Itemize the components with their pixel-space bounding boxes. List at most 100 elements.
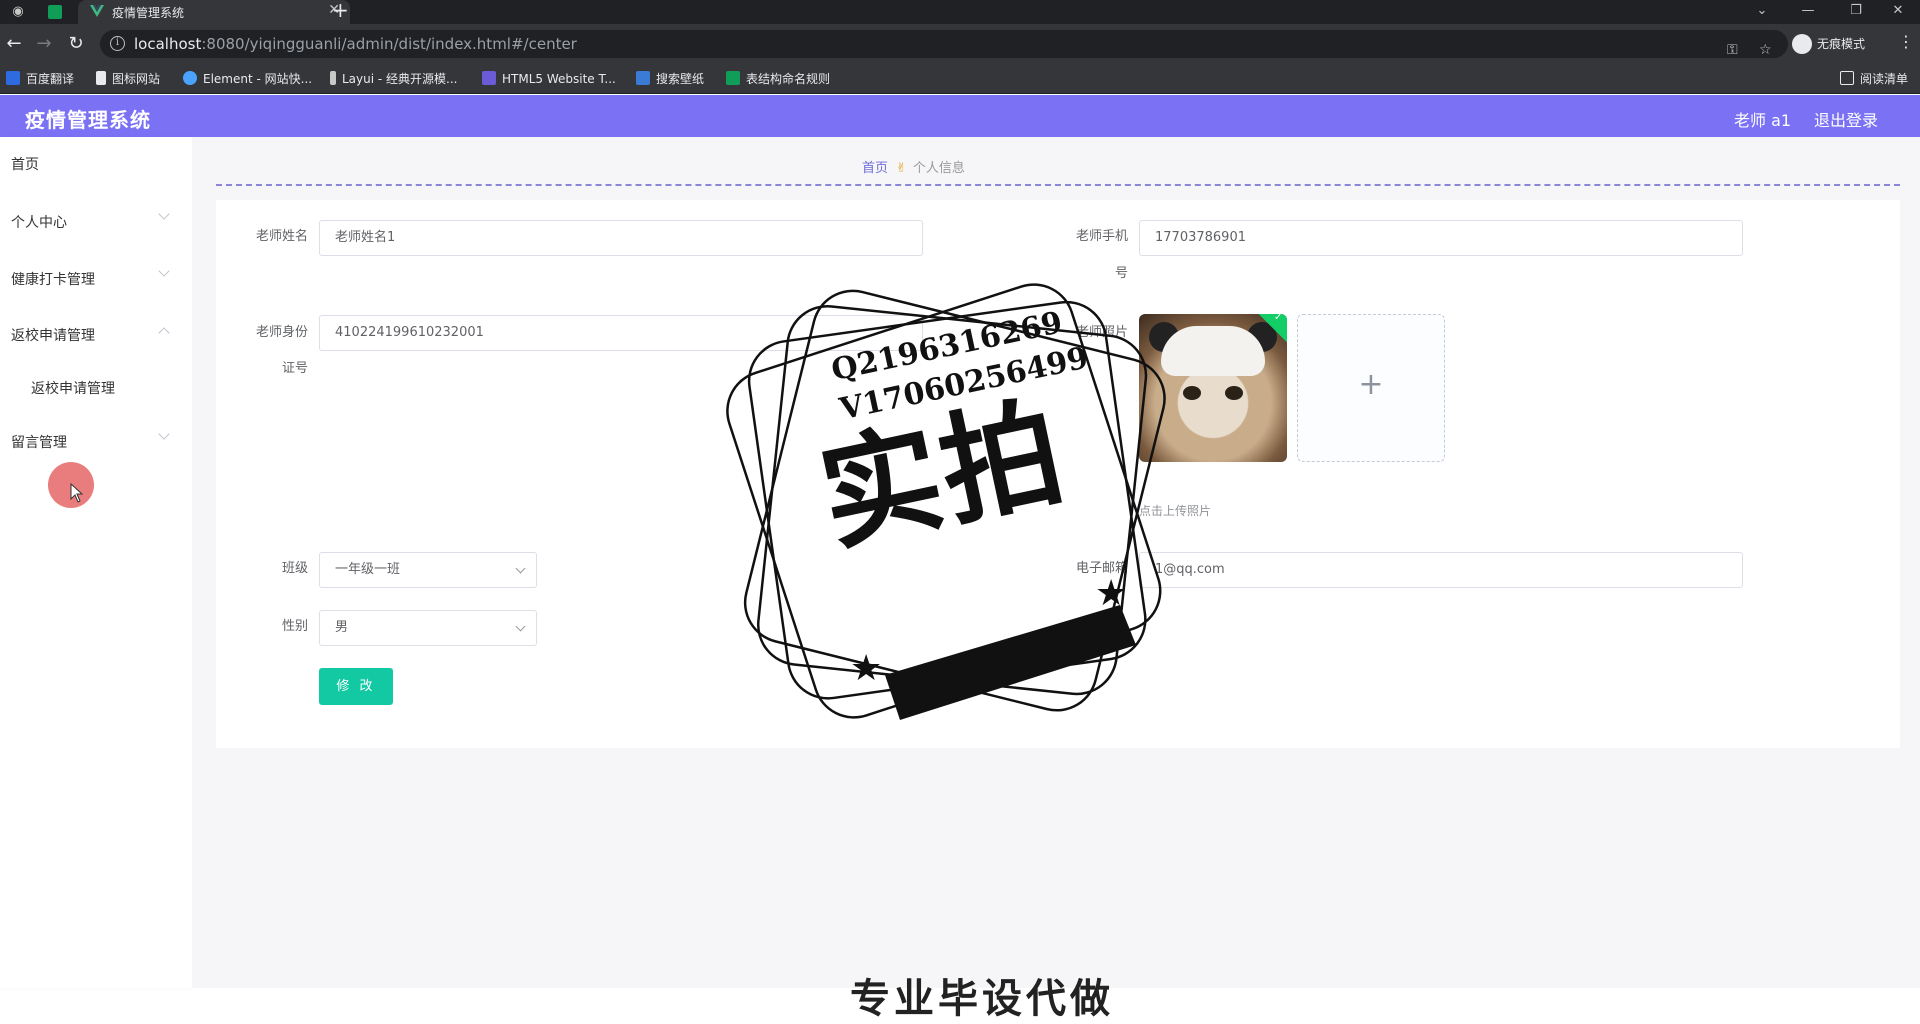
name-input[interactable]: 老师姓名1 — [319, 220, 923, 256]
bookmark-3[interactable]: Layui - 经典开源模... — [330, 71, 457, 87]
update-button[interactable]: 修 改 — [319, 668, 393, 705]
bookmark-1[interactable]: 图标网站 — [96, 71, 160, 87]
breadcrumb: 首页 ✌ 个人信息 — [862, 157, 965, 176]
sidebar-item-messages[interactable]: 留言管理 — [0, 422, 192, 462]
bookmarks-bar: 百度翻译 图标网站 Element - 网站快... Layui - 经典开源模… — [0, 64, 1920, 94]
more-menu-icon[interactable]: ⋮ — [1898, 32, 1914, 51]
check-icon: ✓ — [1274, 314, 1283, 323]
tab-search-icon[interactable]: ⌄ — [1742, 0, 1782, 22]
gender-select[interactable]: 男 — [319, 610, 537, 646]
element-icon — [183, 71, 197, 85]
pinned-tab-icon[interactable] — [48, 5, 62, 19]
app-header: 疫情管理系统 老师 a1 退出登录 — [0, 95, 1920, 137]
sidebar-item-return-application[interactable]: 返校申请管理 — [0, 315, 192, 355]
class-select[interactable]: 一年级一班 — [319, 552, 537, 588]
url-text[interactable]: localhost:8080/yiqingguanli/admin/dist/i… — [134, 35, 577, 53]
phone-input[interactable]: 17703786901 — [1139, 220, 1743, 256]
vue-logo-icon — [90, 5, 104, 17]
star-icon: ★ — [850, 648, 882, 689]
browser-toolbar: ← → ↻ i localhost:8080/yiqingguanli/admi… — [0, 24, 1920, 64]
new-tab-button[interactable]: + — [332, 0, 349, 20]
sidebar-item-profile[interactable]: 个人中心 — [0, 202, 192, 242]
sidebar: 首页 个人中心 健康打卡管理 返校申请管理 返校申请管理 留言管理 — [0, 137, 192, 988]
key-icon[interactable]: ⚿ — [1727, 39, 1738, 61]
watermark-bottom-text: 专业毕设代做 — [850, 976, 1114, 1022]
divider — [216, 184, 1900, 186]
reading-list-icon — [1840, 71, 1854, 85]
bookmark-0[interactable]: 百度翻译 — [6, 71, 74, 87]
sidebar-item-label: 健康打卡管理 — [11, 272, 95, 288]
sidebar-item-label: 首页 — [11, 157, 39, 173]
breadcrumb-home[interactable]: 首页 — [862, 161, 888, 176]
incognito-icon — [1792, 33, 1812, 54]
incognito-indicator[interactable]: 无痕模式 — [1792, 32, 1865, 56]
bookmark-label: 搜索壁纸 — [656, 72, 705, 86]
breadcrumb-current: 个人信息 — [912, 161, 965, 176]
sidebar-item-label: 留言管理 — [11, 435, 67, 451]
bookmark-label: Layui - 经典开源模... — [342, 72, 458, 86]
photo-detail — [1225, 386, 1243, 400]
gender-select-value: 男 — [335, 620, 349, 635]
id-number-label: 老师身份 — [255, 325, 308, 340]
sidebar-item-label: 返校申请管理 — [11, 328, 95, 344]
layui-icon — [330, 71, 336, 85]
url-host: localhost — [134, 35, 202, 53]
sidebar-item-label: 返校申请管理 — [31, 381, 115, 397]
bookmark-label: 图标网站 — [112, 72, 161, 86]
bookmark-label: Element - 网站快... — [203, 72, 313, 86]
chevron-down-icon — [515, 563, 526, 574]
bookmark-star-icon[interactable]: ☆ — [1759, 39, 1772, 61]
html5-template-icon — [482, 71, 496, 85]
bookmark-label: HTML5 Website T... — [502, 72, 616, 86]
plus-icon: + — [1358, 367, 1384, 402]
phone-label: 老师手机 — [1075, 229, 1128, 244]
chevron-down-icon — [158, 428, 170, 440]
star-icon: ★ — [1095, 573, 1127, 614]
chevron-down-icon — [158, 208, 170, 220]
flag-icon — [96, 71, 106, 85]
restore-icon[interactable]: ❐ — [1836, 0, 1876, 22]
wallpaper-icon — [636, 71, 650, 85]
sidebar-item-home[interactable]: 首页 — [0, 144, 192, 184]
sidebar-item-label: 个人中心 — [11, 215, 67, 231]
bookmark-icon — [6, 71, 20, 85]
mouse-cursor-icon — [70, 483, 84, 503]
incognito-label: 无痕模式 — [1817, 37, 1866, 51]
class-label: 班级 — [281, 561, 308, 576]
gender-label: 性别 — [281, 619, 308, 634]
bookmark-5[interactable]: 搜索壁纸 — [636, 71, 704, 87]
id-number-label-cont: 证号 — [281, 361, 308, 376]
bookmark-label: 百度翻译 — [26, 72, 75, 86]
email-input[interactable]: 1@qq.com — [1139, 552, 1743, 588]
back-icon[interactable]: ← — [2, 32, 26, 56]
bookmark-label: 表结构命名规则 — [746, 72, 831, 86]
name-label: 老师姓名 — [255, 229, 308, 244]
sidebar-item-health-checkin[interactable]: 健康打卡管理 — [0, 259, 192, 299]
bookmark-6[interactable]: 表结构命名规则 — [726, 71, 830, 87]
forward-icon[interactable]: → — [32, 32, 56, 56]
chevron-down-icon — [515, 621, 526, 632]
sidebar-subitem-return-application[interactable]: 返校申请管理 — [0, 368, 192, 408]
logout-link[interactable]: 退出登录 — [1814, 107, 1878, 131]
active-tab[interactable]: 疫情管理系统 ✕ — [78, 0, 350, 24]
bookmark-2[interactable]: Element - 网站快... — [183, 71, 312, 87]
browser-menu-icon[interactable]: ◉ — [10, 4, 26, 20]
chevron-up-icon — [158, 327, 170, 339]
sheet-icon — [726, 71, 740, 85]
hand-icon: ✌ — [896, 161, 907, 176]
url-path: :8080/yiqingguanli/admin/dist/index.html… — [201, 35, 577, 53]
current-user: 老师 a1 — [1734, 111, 1792, 130]
site-info-icon[interactable]: i — [110, 36, 125, 51]
close-window-icon[interactable]: ✕ — [1878, 0, 1918, 22]
class-select-value: 一年级一班 — [335, 562, 401, 577]
bookmark-4[interactable]: HTML5 Website T... — [482, 71, 616, 87]
tab-title: 疫情管理系统 — [112, 6, 185, 20]
chevron-down-icon — [158, 265, 170, 277]
address-bar[interactable]: i localhost:8080/yiqingguanli/admin/dist… — [100, 30, 1788, 58]
browser-tab-bar: ◉ 疫情管理系统 ✕ + ⌄ — ❐ ✕ — [0, 0, 1920, 24]
reload-icon[interactable]: ↻ — [64, 32, 88, 56]
reading-list[interactable]: 阅读清单 — [1840, 71, 1908, 87]
minimize-icon[interactable]: — — [1788, 0, 1828, 22]
app-title: 疫情管理系统 — [25, 108, 151, 132]
upload-photo-button[interactable]: + — [1297, 314, 1445, 462]
